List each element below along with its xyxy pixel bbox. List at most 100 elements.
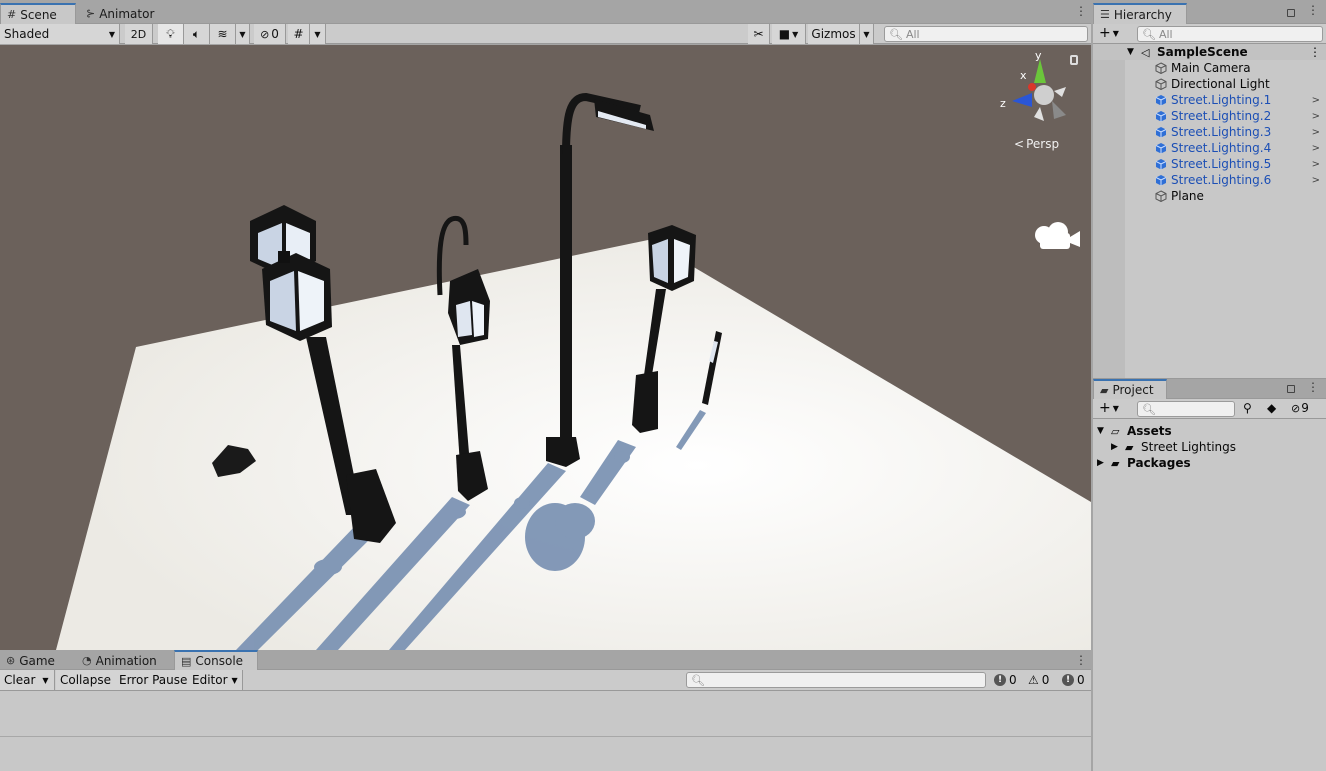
scene-root-row[interactable]: ▼ ◁ SampleScene ⋮ [1093,44,1326,60]
camera-icon: ■ [778,27,791,41]
clear-button[interactable]: Clear [0,670,41,690]
scene-name: SampleScene [1157,45,1248,59]
hidden-packages-toggle[interactable]: ⊘ 9 [1291,401,1309,415]
chevron-right-icon[interactable]: > [1312,159,1320,170]
effects-dropdown[interactable]: ▼ [236,24,250,44]
tab-game-label: Game [19,653,55,668]
tab-animation[interactable]: ◔ Animation [76,651,163,670]
grid-dropdown[interactable]: ▼ [310,24,326,44]
expand-arrow-icon: ▼ [1097,426,1104,436]
audio-toggle[interactable]: 🔈︎ [184,24,210,44]
hierarchy-item[interactable]: Plane [1093,188,1326,204]
tab-animator[interactable]: ⊱ Animator [80,3,160,24]
hierarchy-item-label: Street.Lighting.3 [1171,125,1272,139]
lock-icon[interactable] [1070,55,1078,65]
prefab-cube-icon [1155,159,1167,170]
search-icon: 🔍︎ [1142,402,1156,416]
effects-toggle[interactable]: ≋ [210,24,236,44]
hierarchy-item[interactable]: Street.Lighting.1 > [1093,92,1326,108]
project-menu-icon[interactable]: ⋮ [1307,381,1319,393]
hierarchy-menu-icon[interactable]: ⋮ [1307,4,1319,16]
hierarchy-item-label: Directional Light [1171,77,1270,91]
gamepad-icon: ⊛ [6,654,16,667]
editor-dropdown[interactable]: Editor ▼ [188,670,243,690]
collapse-button[interactable]: Collapse [56,670,116,690]
tab-console[interactable]: ▤ Console [174,650,258,670]
camera-dropdown[interactable]: ■ ▼ [772,24,806,44]
tab-animation-label: Animation [95,653,157,668]
create-dropdown[interactable]: + ▼ [1099,25,1119,41]
toggle-2d-button[interactable]: 2D [125,24,153,44]
info-count[interactable]: ! 0 [994,670,1017,690]
hierarchy-item-label: Plane [1171,189,1204,203]
shading-dropdown[interactable]: Shaded ▼ [0,24,120,44]
filter-type-icon[interactable]: ⚲ [1243,401,1252,415]
scene-render [56,92,1091,650]
scene-search-placeholder: All [905,27,920,41]
prefab-cube-icon [1155,175,1167,186]
chevron-right-icon[interactable]: > [1312,111,1320,122]
hierarchy-item[interactable]: Main Camera [1093,60,1326,76]
lock-icon[interactable] [1287,9,1295,17]
filter-label-icon[interactable]: ◆ [1267,401,1276,415]
clear-options-dropdown[interactable]: ▼ [37,670,55,690]
warning-icon: ⚠︎ [1028,673,1039,687]
folder-row-assets[interactable]: ▼ ▱ Assets [1093,423,1326,439]
console-detail-area[interactable] [0,738,1091,771]
speaker-icon: 🔈︎ [192,26,201,41]
hierarchy-item[interactable]: Directional Light [1093,76,1326,92]
warning-count[interactable]: ⚠︎ 0 [1028,670,1049,690]
tab-scene[interactable]: # Scene [0,3,76,24]
scene-search-input[interactable]: 🔍︎ All [884,26,1088,42]
error-pause-button[interactable]: Error Pause [115,670,193,690]
create-dropdown[interactable]: + ▼ [1099,400,1119,416]
tab-game[interactable]: ⊛ Game [0,651,61,670]
error-icon: ! [1062,674,1074,686]
tools-toggle[interactable]: ✂ [748,24,770,44]
folder-row-packages[interactable]: ▶ ▰ Packages [1093,455,1326,471]
tab-animator-label: Animator [99,6,155,21]
console-search-input[interactable]: 🔍︎ [686,672,986,688]
lighting-toggle[interactable]: 💡︎ [158,24,184,44]
chevron-right-icon[interactable]: > [1312,175,1320,186]
hierarchy-item[interactable]: Street.Lighting.5 > [1093,156,1326,172]
lock-icon[interactable] [1287,385,1295,393]
projection-toggle[interactable]: < Persp [1014,137,1059,151]
tab-hierarchy[interactable]: ☰ Hierarchy [1093,3,1187,24]
project-search-input[interactable]: 🔍︎ [1137,401,1235,417]
chevron-right-icon[interactable]: > [1312,127,1320,138]
gameobject-cube-icon [1155,78,1167,90]
folder-label: Assets [1127,424,1172,438]
plus-icon: + [1099,400,1111,416]
info-count-label: 0 [1009,673,1017,687]
gizmos-button[interactable]: Gizmos [808,24,860,44]
scene-menu-icon[interactable]: ⋮ [1309,45,1321,59]
scene-camera-icon[interactable] [1034,219,1082,253]
console-log-area[interactable] [0,691,1091,737]
hierarchy-item[interactable]: Street.Lighting.2 > [1093,108,1326,124]
hierarchy-search-input[interactable]: 🔍︎ All [1137,26,1323,42]
scene-menu-icon[interactable]: ⋮ [1075,5,1087,17]
console-menu-icon[interactable]: ⋮ [1075,654,1087,666]
chevron-right-icon[interactable]: > [1312,143,1320,154]
tab-project[interactable]: ▰ Project [1093,379,1167,399]
gizmos-dropdown[interactable]: ▼ [860,24,874,44]
grid-toggle[interactable]: # [288,24,310,44]
hierarchy-item-label: Street.Lighting.2 [1171,109,1272,123]
folder-row-street-lightings[interactable]: ▶ ▰ Street Lightings [1093,439,1326,455]
scene-viewport[interactable]: y x z < Persp [0,45,1091,650]
prefab-cube-icon [1155,143,1167,154]
hidden-objects-toggle[interactable]: ⊘ 0 [254,24,286,44]
error-count[interactable]: ! 0 [1062,670,1085,690]
search-icon: 🔍︎ [889,27,903,41]
hierarchy-item[interactable]: Street.Lighting.3 > [1093,124,1326,140]
hierarchy-item-label: Street.Lighting.5 [1171,157,1272,171]
hierarchy-item[interactable]: Street.Lighting.6 > [1093,172,1326,188]
orientation-gizmo[interactable]: y x z [1000,49,1072,131]
chevron-right-icon[interactable]: > [1312,95,1320,106]
grid-snap-icon: # [293,27,304,41]
axis-gizmo-icon [1012,59,1066,121]
open-folder-icon: ▱ [1111,424,1120,438]
plus-icon: + [1099,25,1111,41]
hierarchy-item[interactable]: Street.Lighting.4 > [1093,140,1326,156]
